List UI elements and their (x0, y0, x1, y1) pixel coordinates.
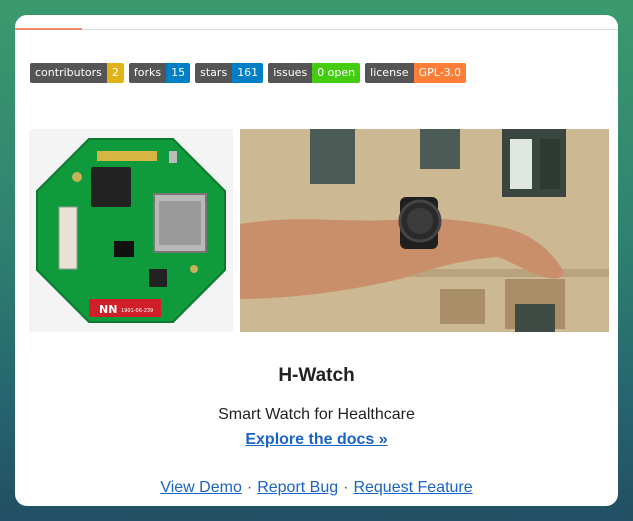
circuit-board-image: NN 1901-06-239 (29, 129, 233, 332)
badge-forks[interactable]: forks 15 (128, 63, 191, 83)
board-logo: NN (99, 303, 117, 316)
badge-row: contributors 2 forks 15 stars 161 issues… (30, 63, 467, 83)
badge-license[interactable]: license GPL-3.0 (365, 63, 467, 83)
badge-key: issues (268, 63, 313, 83)
badge-key: forks (128, 63, 167, 83)
watch-on-arm-image (240, 129, 609, 332)
badge-key: license (365, 63, 414, 83)
header-divider (15, 29, 618, 30)
badge-value: GPL-3.0 (413, 63, 467, 83)
header-accent-line (15, 28, 82, 30)
badge-key: contributors (30, 63, 107, 83)
explore-docs-link[interactable]: Explore the docs » (245, 431, 387, 448)
badge-value: 15 (166, 63, 191, 83)
badge-issues[interactable]: issues 0 open (268, 63, 361, 83)
badge-value: 0 open (312, 63, 361, 83)
badge-stars[interactable]: stars 161 (195, 63, 264, 83)
request-feature-link[interactable]: Request Feature (353, 479, 472, 496)
project-links: View Demo · Report Bug · Request Feature (15, 479, 618, 497)
link-separator: · (343, 479, 349, 496)
badge-key: stars (195, 63, 233, 83)
docs-link-container: Explore the docs » (15, 431, 618, 449)
badge-contributors[interactable]: contributors 2 (30, 63, 124, 83)
badge-value: 2 (106, 63, 124, 83)
project-subtitle: Smart Watch for Healthcare (218, 406, 415, 423)
link-separator: · (246, 479, 253, 496)
view-demo-link[interactable]: View Demo (160, 479, 242, 496)
board-marking: 1901-06-239 (121, 308, 153, 314)
readme-card: contributors 2 forks 15 stars 161 issues… (15, 15, 618, 506)
project-title: H-Watch (278, 365, 355, 386)
badge-value: 161 (232, 63, 264, 83)
report-bug-link[interactable]: Report Bug (257, 479, 338, 496)
